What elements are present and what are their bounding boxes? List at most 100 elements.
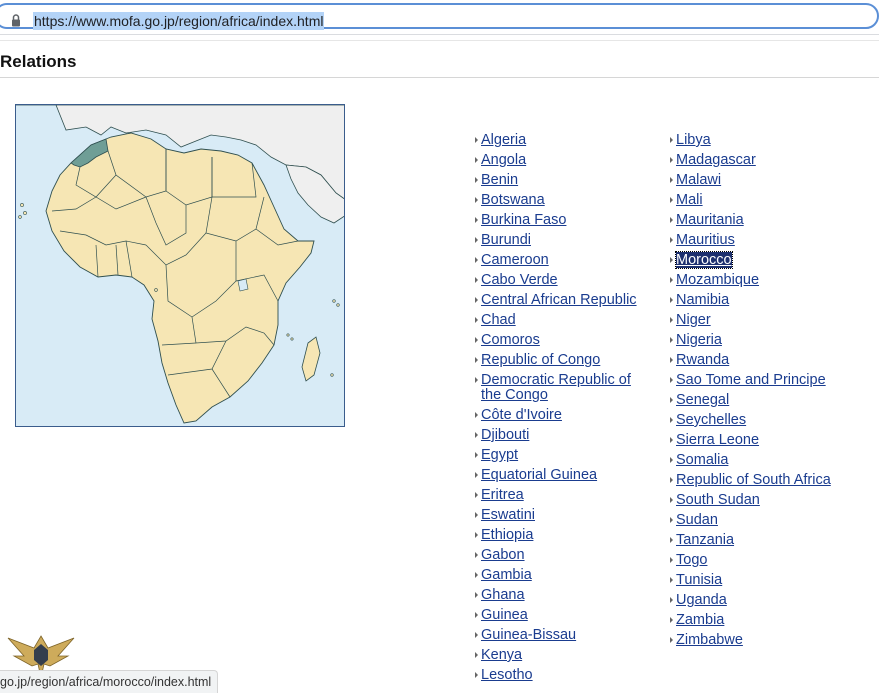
country-link[interactable]: Guinea: [481, 607, 528, 623]
country-link[interactable]: Republic of South Africa: [676, 472, 831, 488]
country-list-item: Equatorial Guinea: [475, 468, 655, 483]
triangle-right-icon: [670, 257, 673, 263]
country-link[interactable]: Côte d'Ivoire: [481, 407, 562, 423]
country-link[interactable]: Botswana: [481, 192, 545, 208]
country-link[interactable]: Niger: [676, 312, 711, 328]
triangle-right-icon: [475, 317, 478, 323]
country-list-item: Democratic Republic of the Congo: [475, 373, 655, 403]
country-link[interactable]: Uganda: [676, 592, 727, 608]
country-link[interactable]: Eritrea: [481, 487, 524, 503]
country-link[interactable]: Burundi: [481, 232, 531, 248]
omnibox[interactable]: https://www.mofa.go.jp/region/africa/ind…: [0, 3, 879, 30]
country-link[interactable]: Madagascar: [676, 152, 756, 168]
country-link[interactable]: Libya: [676, 132, 711, 148]
country-link[interactable]: Kenya: [481, 647, 522, 663]
country-link[interactable]: Ghana: [481, 587, 525, 603]
country-link[interactable]: Chad: [481, 312, 516, 328]
triangle-right-icon: [670, 137, 673, 143]
country-list-item: Zimbabwe: [670, 633, 860, 648]
country-list-item: Djibouti: [475, 428, 655, 443]
country-link[interactable]: Central African Republic: [481, 292, 637, 308]
country-list-item: Libya: [670, 133, 860, 148]
triangle-right-icon: [670, 557, 673, 563]
country-link[interactable]: Comoros: [481, 332, 540, 348]
country-link[interactable]: Namibia: [676, 292, 729, 308]
country-list-item: Cabo Verde: [475, 273, 655, 288]
triangle-right-icon: [670, 617, 673, 623]
country-link[interactable]: Egypt: [481, 447, 518, 463]
africa-map[interactable]: [15, 104, 345, 427]
country-list-item: Morocco: [670, 251, 860, 269]
triangle-right-icon: [475, 377, 478, 383]
country-link[interactable]: South Sudan: [676, 492, 760, 508]
triangle-right-icon: [670, 197, 673, 203]
country-link[interactable]: Algeria: [481, 132, 526, 148]
country-list-item: Senegal: [670, 393, 860, 408]
country-list-item: Gabon: [475, 548, 655, 563]
country-list-item: Ghana: [475, 588, 655, 603]
lock-icon[interactable]: [11, 14, 21, 27]
country-link[interactable]: Ethiopia: [481, 527, 533, 543]
country-link[interactable]: Cabo Verde: [481, 272, 558, 288]
country-link[interactable]: Cameroon: [481, 252, 549, 268]
country-list-item: Niger: [670, 313, 860, 328]
country-list-item: Mali: [670, 193, 860, 208]
country-link[interactable]: Senegal: [676, 392, 729, 408]
country-link[interactable]: Sao Tome and Principe: [676, 372, 826, 388]
country-link[interactable]: Burkina Faso: [481, 212, 566, 228]
country-list-item: Cameroon: [475, 253, 655, 268]
country-link[interactable]: Lesotho: [481, 667, 533, 683]
country-link[interactable]: Gambia: [481, 567, 532, 583]
triangle-right-icon: [475, 412, 478, 418]
triangle-right-icon: [670, 277, 673, 283]
country-link[interactable]: Zimbabwe: [676, 632, 743, 648]
country-list-item: Guinea-Bissau: [475, 628, 655, 643]
triangle-right-icon: [670, 357, 673, 363]
country-list-item: Ethiopia: [475, 528, 655, 543]
triangle-right-icon: [670, 317, 673, 323]
country-link[interactable]: Togo: [676, 552, 707, 568]
country-list-item: Seychelles: [670, 413, 860, 428]
triangle-right-icon: [670, 457, 673, 463]
country-link[interactable]: Morocco: [675, 251, 733, 269]
triangle-right-icon: [475, 512, 478, 518]
country-list-item: Sierra Leone: [670, 433, 860, 448]
url-text[interactable]: https://www.mofa.go.jp/region/africa/ind…: [33, 12, 325, 30]
triangle-right-icon: [670, 517, 673, 523]
country-link[interactable]: Nigeria: [676, 332, 722, 348]
country-list-item: Burkina Faso: [475, 213, 655, 228]
country-link[interactable]: Rwanda: [676, 352, 729, 368]
country-link[interactable]: Republic of Congo: [481, 352, 600, 368]
country-list-item: Uganda: [670, 593, 860, 608]
country-link[interactable]: Mauritania: [676, 212, 744, 228]
triangle-right-icon: [475, 452, 478, 458]
country-link[interactable]: Sudan: [676, 512, 718, 528]
country-link[interactable]: Mozambique: [676, 272, 759, 288]
country-link[interactable]: Angola: [481, 152, 526, 168]
country-link[interactable]: Seychelles: [676, 412, 746, 428]
country-list-item: Namibia: [670, 293, 860, 308]
triangle-right-icon: [475, 552, 478, 558]
country-link[interactable]: Malawi: [676, 172, 721, 188]
triangle-right-icon: [475, 632, 478, 638]
country-link[interactable]: Equatorial Guinea: [481, 467, 597, 483]
country-link[interactable]: Mauritius: [676, 232, 735, 248]
country-link[interactable]: Democratic Republic of the Congo: [481, 372, 631, 403]
country-list-item: Côte d'Ivoire: [475, 408, 655, 423]
country-link[interactable]: Mali: [676, 192, 703, 208]
country-link[interactable]: Tanzania: [676, 532, 734, 548]
country-link[interactable]: Tunisia: [676, 572, 722, 588]
country-list-item: Chad: [475, 313, 655, 328]
country-link[interactable]: Benin: [481, 172, 518, 188]
country-list-item: Comoros: [475, 333, 655, 348]
country-link[interactable]: Somalia: [676, 452, 728, 468]
country-link[interactable]: Guinea-Bissau: [481, 627, 576, 643]
country-link[interactable]: Eswatini: [481, 507, 535, 523]
country-link[interactable]: Djibouti: [481, 427, 529, 443]
triangle-right-icon: [670, 377, 673, 383]
country-link[interactable]: Gabon: [481, 547, 525, 563]
country-list-item: Eritrea: [475, 488, 655, 503]
country-link[interactable]: Zambia: [676, 612, 724, 628]
triangle-right-icon: [670, 397, 673, 403]
country-link[interactable]: Sierra Leone: [676, 432, 759, 448]
